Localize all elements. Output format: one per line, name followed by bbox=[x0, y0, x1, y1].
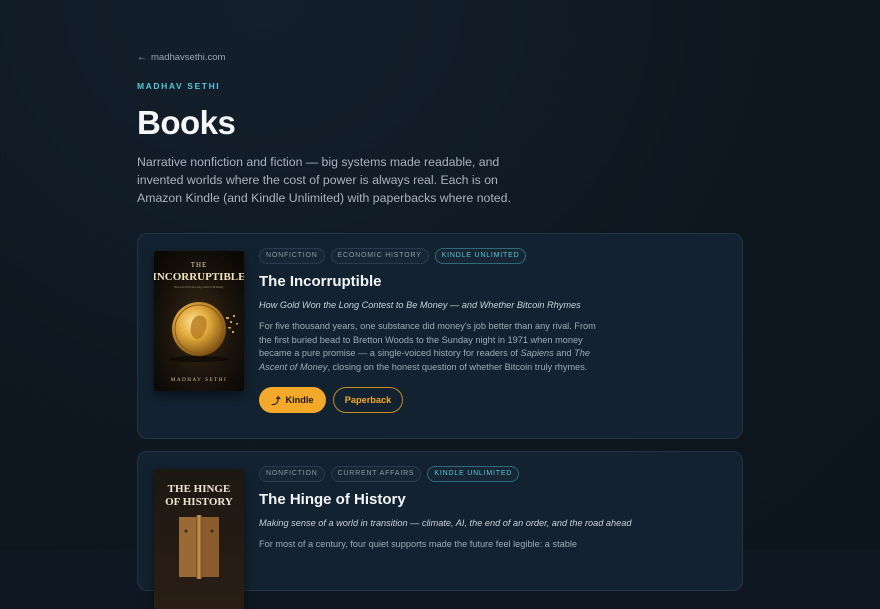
book-content: NONFICTION ECONOMIC HISTORY KINDLE UNLIM… bbox=[259, 248, 599, 414]
book-cover[interactable]: THE INCORRUPTIBLE How Gold Won the Long … bbox=[154, 251, 244, 391]
book-actions: ⤴ Kindle Paperback bbox=[259, 387, 599, 414]
intro-text: Narrative nonfiction and fiction — big s… bbox=[137, 155, 511, 205]
book-title[interactable]: The Hinge of History bbox=[259, 491, 599, 508]
book-description: For five thousand years, one substance d… bbox=[259, 321, 596, 372]
tag-nonfiction: NONFICTION bbox=[259, 466, 325, 482]
paperback-button-label: Paperback bbox=[344, 395, 392, 406]
tag-kindle-unlimited: KINDLE UNLIMITED bbox=[427, 466, 520, 482]
book-subtitle: How Gold Won the Long Contest to Be Mone… bbox=[259, 300, 581, 310]
book-subtitle: Making sense of a world in transition — … bbox=[259, 518, 632, 528]
tag-list: NONFICTION CURRENT AFFAIRS KINDLE UNLIMI… bbox=[259, 466, 599, 482]
back-link[interactable]: ← madhavsethi.com bbox=[137, 52, 225, 63]
tag-nonfiction: NONFICTION bbox=[259, 248, 325, 264]
book-card: THE INCORRUPTIBLE How Gold Won the Long … bbox=[137, 233, 743, 439]
cover-author: MADHAV SETHI bbox=[171, 377, 228, 383]
cover-title-line1: THE HINGE bbox=[168, 483, 231, 495]
tag-economic-history: ECONOMIC HISTORY bbox=[330, 248, 429, 264]
tag-current-affairs: CURRENT AFFAIRS bbox=[330, 466, 422, 482]
arrow-left-icon: ← bbox=[137, 52, 147, 63]
tag-list: NONFICTION ECONOMIC HISTORY KINDLE UNLIM… bbox=[259, 248, 599, 264]
external-link-icon: ⤴ bbox=[271, 395, 281, 406]
cover-title-line2: INCORRUPTIBLE bbox=[154, 271, 244, 283]
back-link-label: madhavsethi.com bbox=[151, 52, 226, 63]
paperback-button[interactable]: Paperback bbox=[333, 387, 403, 414]
cover-title-line1: THE bbox=[191, 261, 208, 269]
tag-kindle-unlimited: KINDLE UNLIMITED bbox=[434, 248, 527, 264]
book-cover[interactable]: THE HINGE OF HISTORY bbox=[154, 469, 244, 609]
book-title[interactable]: The Incorruptible bbox=[259, 273, 599, 290]
cover-title-line2: OF HISTORY bbox=[165, 496, 233, 508]
page-title: Books bbox=[137, 104, 236, 141]
author-eyebrow: MADHAV SETHI bbox=[137, 81, 221, 91]
kindle-button[interactable]: ⤴ Kindle bbox=[259, 387, 326, 414]
cover-tagline: How Gold Won the Long Contest to Be Mone… bbox=[174, 286, 224, 289]
book-content: NONFICTION CURRENT AFFAIRS KINDLE UNLIMI… bbox=[259, 466, 631, 552]
kindle-button-label: Kindle bbox=[285, 395, 314, 406]
book-card: THE HINGE OF HISTORY NONFICTION CURRENT … bbox=[137, 451, 743, 609]
